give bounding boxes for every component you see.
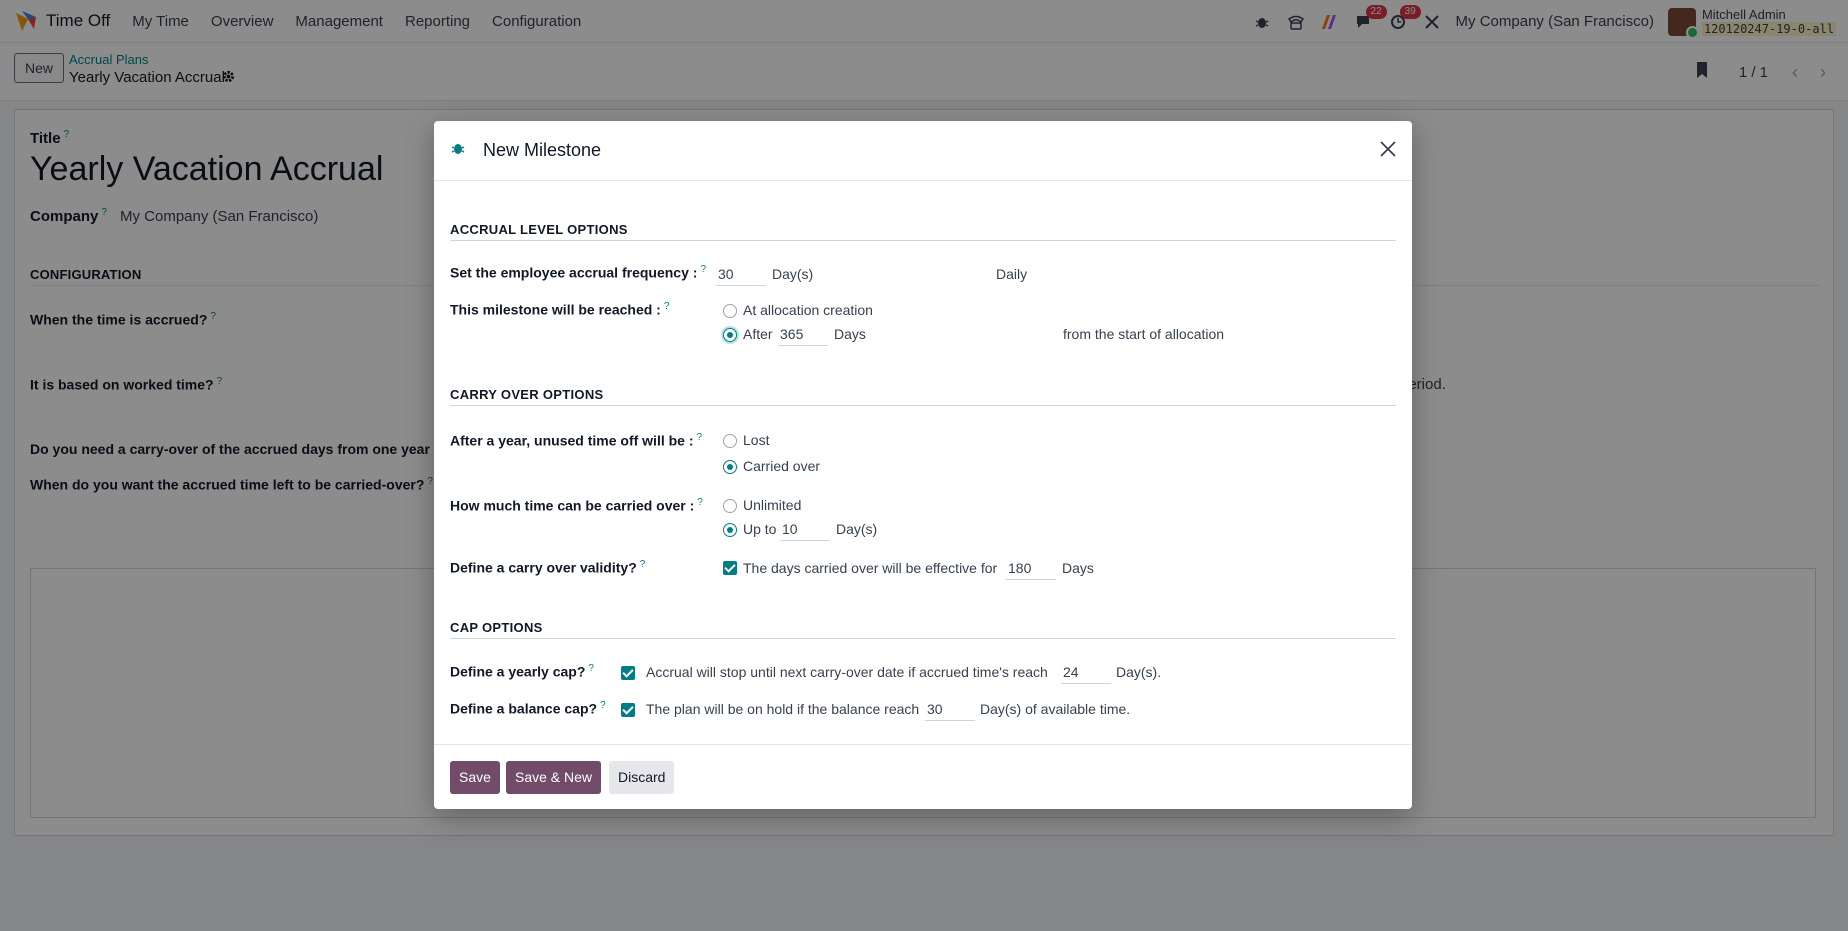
unused-help-icon[interactable]: ? (697, 432, 703, 443)
at-allocation-label[interactable]: At allocation creation (743, 302, 873, 318)
yearly-cap-checkbox[interactable] (621, 666, 635, 680)
unlimited-label[interactable]: Unlimited (743, 497, 801, 513)
new-milestone-dialog: New Milestone ACCRUAL LEVEL OPTIONS Set … (434, 121, 1412, 809)
lost-label[interactable]: Lost (743, 432, 769, 448)
close-icon[interactable] (1378, 139, 1398, 159)
balance-cap-checkbox[interactable] (621, 703, 635, 717)
after-label[interactable]: After (743, 326, 773, 342)
frequency-unit: Day(s) (772, 266, 814, 282)
balance-cap-label: Define a balance cap?? (450, 700, 606, 717)
unlimited-radio[interactable] (723, 499, 737, 513)
yearly-cap-help-icon[interactable]: ? (588, 663, 594, 674)
carry-over-section: CARRY OVER OPTIONS (450, 387, 1396, 406)
how-much-help-icon[interactable]: ? (697, 497, 703, 508)
balance-cap-input[interactable]: 30 (925, 699, 975, 721)
yearly-cap-label: Define a yearly cap?? (450, 663, 594, 680)
yearly-cap-input[interactable]: 24 (1061, 662, 1111, 684)
after-start-select[interactable]: from the start of allocation (1063, 326, 1224, 342)
milestone-reached-label: This milestone will be reached :? (450, 301, 670, 318)
modal-header: New Milestone (434, 121, 1412, 181)
save-button[interactable]: Save (450, 761, 500, 794)
bug-icon (451, 141, 465, 159)
cap-section: CAP OPTIONS (450, 620, 1396, 639)
up-to-label[interactable]: Up to (743, 521, 776, 537)
unused-time-label: After a year, unused time off will be :? (450, 432, 703, 449)
yearly-cap-unit: Day(s). (1116, 664, 1162, 680)
after-radio[interactable] (723, 328, 737, 342)
frequency-help-icon[interactable]: ? (700, 264, 706, 275)
frequency-label: Set the employee accrual frequency :? (450, 264, 706, 281)
up-to-days-input[interactable]: 10 (780, 519, 830, 541)
up-to-unit: Day(s) (836, 521, 878, 537)
validity-text: The days carried over will be effective … (743, 560, 998, 576)
after-unit-select[interactable]: Days (834, 326, 866, 342)
validity-help-icon[interactable]: ? (640, 559, 646, 570)
at-allocation-radio[interactable] (723, 304, 737, 318)
modal-title: New Milestone (483, 140, 602, 160)
accrual-level-section: ACCRUAL LEVEL OPTIONS (450, 222, 1396, 241)
yearly-cap-text: Accrual will stop until next carry-over … (646, 664, 1048, 680)
after-days-input[interactable]: 365 (778, 324, 828, 346)
balance-cap-help-icon[interactable]: ? (600, 700, 606, 711)
balance-cap-unit: Day(s) of available time. (980, 701, 1131, 717)
discard-button[interactable]: Discard (609, 761, 675, 794)
up-to-radio[interactable] (723, 523, 737, 537)
validity-days-input[interactable]: 180 (1006, 558, 1056, 580)
carried-over-radio[interactable] (723, 460, 737, 474)
frequency-input[interactable]: 30 (716, 264, 766, 286)
frequency-type-select[interactable]: Daily (996, 266, 1027, 282)
validity-label: Define a carry over validity?? (450, 559, 646, 576)
carried-over-label[interactable]: Carried over (743, 458, 820, 474)
milestone-help-icon[interactable]: ? (664, 301, 670, 312)
validity-unit: Days (1062, 560, 1094, 576)
balance-cap-text: The plan will be on hold if the balance … (646, 701, 920, 717)
how-much-label: How much time can be carried over :? (450, 497, 703, 514)
lost-radio[interactable] (723, 434, 737, 448)
save-and-new-button[interactable]: Save & New (506, 761, 602, 794)
validity-checkbox[interactable] (723, 561, 737, 575)
